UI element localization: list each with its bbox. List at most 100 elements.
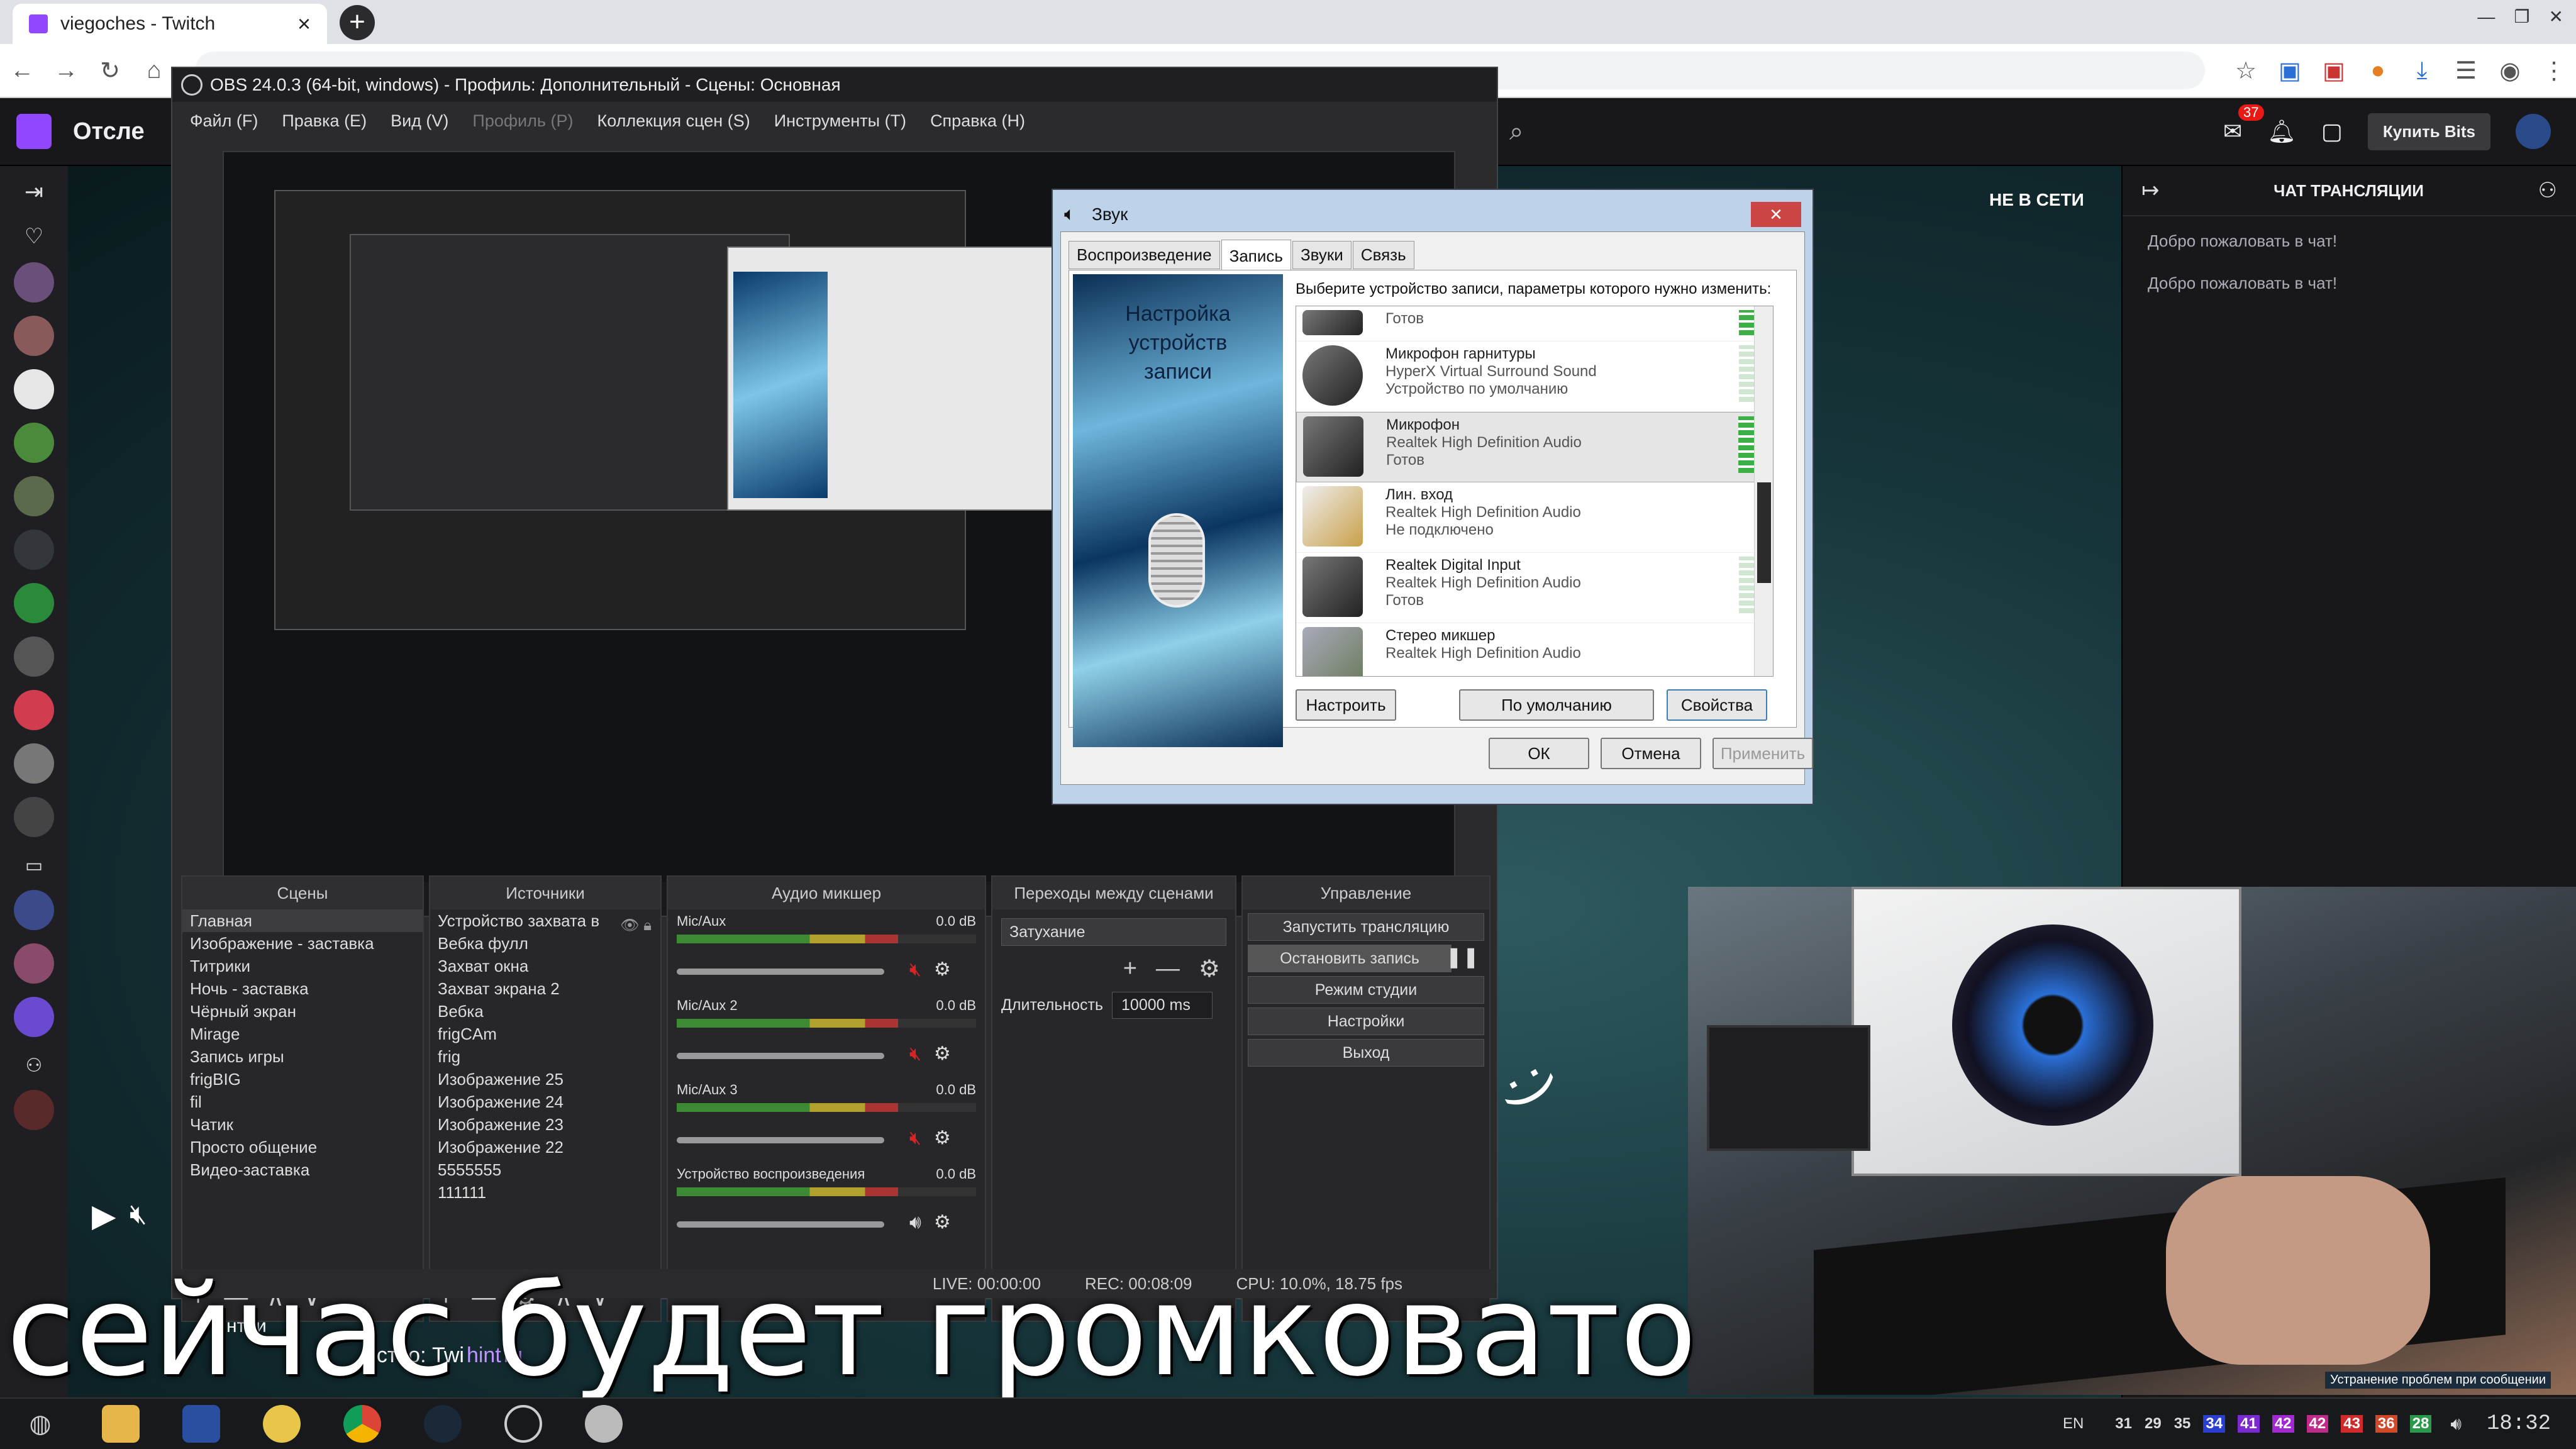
device-list[interactable]: Готов Микрофон гарнитуры HyperX Virtual S… bbox=[1296, 306, 1774, 677]
volume-slider[interactable] bbox=[677, 1221, 884, 1228]
menu-tools[interactable]: Инструменты (T) bbox=[774, 111, 906, 131]
followed-channel-avatar[interactable] bbox=[14, 262, 54, 303]
maximize-icon[interactable]: ❐ bbox=[2514, 6, 2529, 27]
playlist-icon[interactable]: ☰ bbox=[2444, 57, 2488, 85]
scene-item[interactable]: Видео-заставка bbox=[182, 1158, 423, 1181]
nav-following-link[interactable]: Отсле bbox=[73, 118, 145, 145]
chrome-icon[interactable] bbox=[343, 1405, 381, 1443]
device-item[interactable]: Лин. вход Realtek High Definition Audio Не… bbox=[1296, 482, 1773, 553]
scrollbar-thumb[interactable] bbox=[1757, 482, 1771, 583]
tab-communications[interactable]: Связь bbox=[1352, 241, 1414, 269]
close-window-icon[interactable]: ✕ bbox=[2549, 6, 2563, 27]
scene-item[interactable]: Изображение - заставка bbox=[182, 932, 423, 955]
extension-icon[interactable]: ▣ bbox=[2312, 57, 2356, 85]
device-list-scrollbar[interactable] bbox=[1754, 306, 1773, 676]
source-item[interactable]: Изображение 23 bbox=[430, 1113, 660, 1136]
channel-settings-icon[interactable]: ⚙ bbox=[934, 1127, 951, 1149]
followed-channel-avatar[interactable] bbox=[14, 943, 54, 984]
pause-recording-icon[interactable]: ❚❚ bbox=[1445, 945, 1479, 969]
browser-menu-icon[interactable]: ⋮ bbox=[2532, 57, 2576, 85]
source-item[interactable]: 5555555 bbox=[430, 1158, 660, 1181]
followed-channel-avatar[interactable] bbox=[14, 316, 54, 356]
scene-item[interactable]: Просто общение bbox=[182, 1136, 423, 1158]
menu-view[interactable]: Вид (V) bbox=[391, 111, 448, 131]
scene-item[interactable]: Mirage bbox=[182, 1023, 423, 1045]
new-tab-button[interactable]: + bbox=[340, 5, 375, 40]
start-icon[interactable]: ◍ bbox=[21, 1405, 59, 1443]
paint-palette-icon[interactable] bbox=[263, 1405, 301, 1443]
stop-recording-button[interactable]: Остановить запись bbox=[1248, 945, 1452, 972]
followed-channel-avatar[interactable] bbox=[14, 997, 54, 1037]
duration-input[interactable]: 10000 ms bbox=[1112, 992, 1213, 1019]
volume-slider[interactable] bbox=[677, 968, 884, 975]
source-item[interactable]: Изображение 22 bbox=[430, 1136, 660, 1158]
menu-help[interactable]: Справка (H) bbox=[930, 111, 1025, 131]
obs-icon[interactable] bbox=[504, 1405, 542, 1443]
device-item[interactable]: Готов bbox=[1296, 306, 1773, 341]
source-item[interactable]: frig bbox=[430, 1045, 660, 1068]
volume-slider[interactable] bbox=[677, 1052, 884, 1059]
home-icon[interactable]: ⌂ bbox=[132, 57, 176, 84]
scene-item[interactable]: fil bbox=[182, 1091, 423, 1113]
tab-recording[interactable]: Запись bbox=[1221, 240, 1291, 270]
browser-tab[interactable]: viegoches - Twitch × bbox=[13, 4, 327, 44]
volume-tray-icon[interactable]: 🔊︎ bbox=[2450, 1414, 2462, 1435]
set-default-button[interactable]: По умолчанию bbox=[1459, 689, 1654, 721]
back-icon[interactable]: ← bbox=[0, 57, 44, 84]
menu-edit[interactable]: Правка (E) bbox=[282, 111, 367, 131]
source-item[interactable]: Вебка bbox=[430, 1000, 660, 1023]
floppy-save-icon[interactable] bbox=[182, 1405, 220, 1443]
speaker-icon[interactable]: 🔊︎ bbox=[909, 1212, 921, 1233]
device-item[interactable]: Realtek Digital Input Realtek High Defini… bbox=[1296, 553, 1773, 623]
followed-channel-avatar[interactable] bbox=[14, 797, 54, 837]
configure-button[interactable]: Настроить bbox=[1296, 689, 1396, 721]
minimize-icon[interactable]: — bbox=[2477, 7, 2495, 27]
followed-channel-avatar[interactable] bbox=[14, 636, 54, 677]
menu-file[interactable]: Файл (F) bbox=[190, 111, 258, 131]
muted-speaker-icon[interactable]: 🔇︎ bbox=[909, 959, 921, 980]
eye-icon[interactable]: 👁︎ 🔒︎ bbox=[620, 917, 652, 934]
collapse-sidebar-icon[interactable]: ⇥ bbox=[0, 179, 68, 205]
device-item[interactable]: Стерео микшер Realtek High Definition Aud… bbox=[1296, 623, 1773, 676]
followed-channel-avatar[interactable] bbox=[14, 743, 54, 784]
ok-button[interactable]: ОК bbox=[1489, 738, 1589, 769]
exit-button[interactable]: Выход bbox=[1248, 1039, 1484, 1067]
muted-speaker-icon[interactable]: 🔇︎ bbox=[909, 1043, 921, 1065]
muted-speaker-icon[interactable]: 🔇︎ bbox=[909, 1128, 921, 1149]
profile-avatar[interactable]: ◉ bbox=[2488, 57, 2532, 85]
reload-icon[interactable]: ↻ bbox=[88, 57, 132, 85]
menu-scene-collection[interactable]: Коллекция сцен (S) bbox=[597, 111, 750, 131]
source-item[interactable]: Захват окна bbox=[430, 955, 660, 977]
users-icon[interactable]: ⚇ bbox=[2538, 178, 2557, 203]
apply-button[interactable]: Применить bbox=[1713, 738, 1813, 769]
channel-settings-icon[interactable]: ⚙ bbox=[934, 958, 951, 980]
language-indicator[interactable]: EN bbox=[2063, 1415, 2084, 1433]
scene-item[interactable]: Главная bbox=[182, 909, 423, 932]
forward-icon[interactable]: → bbox=[44, 57, 88, 84]
source-item[interactable]: Изображение 25 bbox=[430, 1068, 660, 1091]
twitch-logo-icon[interactable] bbox=[16, 114, 52, 149]
play-icon[interactable]: ▶ bbox=[92, 1197, 116, 1234]
scene-item[interactable]: frigBIG bbox=[182, 1068, 423, 1091]
close-tab-icon[interactable]: × bbox=[297, 11, 311, 37]
scene-item[interactable]: Титрики bbox=[182, 955, 423, 977]
dialog-close-icon[interactable]: ✕ bbox=[1751, 202, 1801, 227]
extension-icon[interactable]: ▣ bbox=[2268, 57, 2312, 85]
cancel-button[interactable]: Отмена bbox=[1601, 738, 1701, 769]
followed-channel-avatar[interactable] bbox=[14, 583, 54, 623]
source-item[interactable]: Изображение 24 bbox=[430, 1091, 660, 1113]
remove-transition-icon[interactable]: — bbox=[1156, 955, 1180, 982]
bell-icon[interactable]: 🔔︎ bbox=[2267, 118, 2296, 145]
followed-channel-avatar[interactable] bbox=[14, 1090, 54, 1130]
followed-channel-avatar[interactable] bbox=[14, 476, 54, 516]
steam-icon[interactable] bbox=[424, 1405, 462, 1443]
tab-playback[interactable]: Воспроизведение bbox=[1069, 241, 1220, 269]
scene-item[interactable]: Чатик bbox=[182, 1113, 423, 1136]
source-item[interactable]: Захват экрана 2 bbox=[430, 977, 660, 1000]
properties-button[interactable]: Свойства bbox=[1667, 689, 1767, 721]
mute-icon[interactable]: 🔇︎ bbox=[130, 1199, 147, 1230]
search-icon[interactable]: ⌕ bbox=[1509, 118, 1523, 146]
source-item[interactable]: 111111 bbox=[430, 1181, 660, 1204]
followed-channel-avatar[interactable] bbox=[14, 890, 54, 930]
inbox-icon[interactable]: ✉ 37 bbox=[2223, 104, 2264, 145]
